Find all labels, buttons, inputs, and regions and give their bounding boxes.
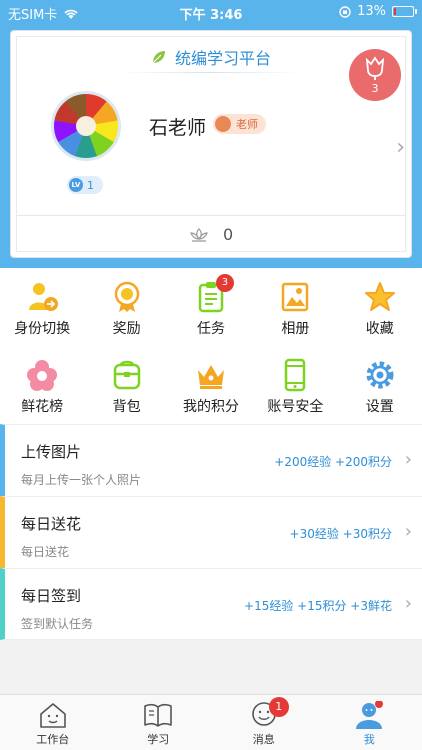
gear-icon (366, 361, 394, 389)
status-bar: 无SIM卡 下午 3:46 13% (0, 0, 422, 24)
home-icon (39, 703, 66, 728)
grid-label: 任务 (196, 321, 225, 337)
photo-album-icon (282, 282, 309, 312)
flower-count-badge[interactable]: 3 (349, 49, 401, 101)
tab-label: 我 (363, 733, 375, 746)
avatar[interactable] (51, 91, 121, 161)
reward-medal-icon (114, 281, 139, 312)
grid-item-task[interactable]: 3 任务 (169, 268, 253, 346)
tab-me[interactable]: 我 (317, 695, 422, 750)
grid-label: 背包 (112, 399, 141, 415)
like-counter[interactable]: 0 (189, 225, 233, 244)
chevron-right-icon: › (404, 449, 412, 470)
leaf-logo-icon (152, 51, 165, 64)
tab-bar: 工作台 学习 1 消息 我 (0, 694, 422, 750)
grid-item-my-points[interactable]: 我的积分 (169, 346, 253, 424)
lotus-like-icon (190, 227, 208, 242)
task-subtitle: 每月上传一张个人照片 (21, 473, 142, 487)
grid-label: 身份切换 (14, 321, 71, 337)
star-icon (364, 282, 395, 311)
role-tag: 老师 (213, 114, 266, 134)
tab-label: 工作台 (36, 733, 70, 746)
profile-icon (356, 700, 384, 729)
messages-badge: 1 (268, 697, 289, 717)
grid-item-favorites[interactable]: 收藏 (338, 268, 422, 346)
task-subtitle: 签到默认任务 (21, 617, 94, 631)
grid-label: 收藏 (365, 321, 394, 337)
rotation-lock-icon (339, 5, 351, 18)
role-label: 老师 (236, 118, 258, 131)
task-row-daily-flower[interactable]: 每日送花 每日送花 +30经验 +30积分 › (0, 496, 422, 568)
platform-title-text: 统编学习平台 (174, 49, 271, 68)
teacher-hat-icon (215, 116, 231, 132)
chevron-right-icon: › (404, 521, 412, 542)
task-title: 上传图片 (21, 443, 82, 461)
task-row-upload-photo[interactable]: 上传图片 每月上传一张个人照片 +200经验 +200积分 › (0, 424, 422, 496)
flower-count: 3 (371, 82, 379, 95)
battery-icon (392, 6, 417, 17)
grid-item-album[interactable]: 相册 (253, 268, 337, 346)
battery-percent: 13% (357, 4, 386, 19)
task-list: 上传图片 每月上传一张个人照片 +200经验 +200积分 › 每日送花 每日送… (0, 424, 422, 640)
task-reward: +30经验 +30积分 (289, 527, 392, 541)
tab-study[interactable]: 学习 (106, 695, 212, 750)
tab-workbench[interactable]: 工作台 (0, 695, 106, 750)
phone-icon (285, 358, 306, 392)
tab-messages[interactable]: 1 消息 (211, 695, 317, 750)
tulip-icon (365, 56, 385, 80)
grid-item-backpack[interactable]: 背包 (84, 346, 168, 424)
grid-label: 我的积分 (182, 399, 239, 415)
switch-identity-icon (29, 283, 59, 311)
grid-item-flower-ranking[interactable]: 鲜花榜 (0, 346, 84, 424)
grid-label: 鲜花榜 (21, 399, 64, 415)
task-title: 每日送花 (21, 515, 82, 533)
tab-label: 消息 (252, 733, 275, 746)
grid-label: 账号安全 (267, 399, 324, 415)
like-count: 0 (223, 225, 234, 244)
grid-label: 设置 (365, 399, 394, 415)
user-name: 石老师 (149, 117, 207, 139)
crown-icon (197, 365, 224, 389)
chevron-right-icon: › (404, 593, 412, 614)
chevron-right-icon[interactable]: › (396, 135, 405, 160)
grid-item-reward[interactable]: 奖励 (84, 268, 168, 346)
level-value: 1 (87, 178, 94, 192)
grid-label: 奖励 (112, 321, 141, 337)
level-icon: LV (69, 178, 83, 192)
task-reward: +15经验 +15积分 +3鲜花 (244, 599, 392, 613)
feature-grid: 身份切换 奖励 3 任务 相册 收藏 鲜花榜 背包 我的积分 账号安全 设置 (0, 268, 422, 424)
tab-label: 学习 (147, 733, 170, 746)
avatar-center (76, 116, 96, 136)
backpack-icon (113, 360, 140, 390)
grid-item-settings[interactable]: 设置 (338, 346, 422, 424)
title-divider (121, 72, 301, 73)
battery-level (394, 8, 396, 15)
grid-item-switch-identity[interactable]: 身份切换 (0, 268, 84, 346)
book-icon (144, 703, 173, 727)
task-title: 每日签到 (21, 587, 82, 605)
profile-card[interactable]: 统编学习平台 3 LV 1 石老师 老师 › 0 (10, 30, 412, 258)
grid-item-account-security[interactable]: 账号安全 (253, 346, 337, 424)
grid-label: 相册 (281, 321, 310, 337)
card-divider (16, 215, 406, 216)
flower-icon (27, 360, 58, 391)
level-badge: LV 1 (67, 176, 103, 194)
task-reward: +200经验 +200积分 (274, 455, 392, 469)
task-subtitle: 每日送花 (21, 545, 70, 559)
task-row-daily-checkin[interactable]: 每日签到 签到默认任务 +15经验 +15积分 +3鲜花 › (0, 568, 422, 640)
task-badge: 3 (215, 274, 234, 292)
